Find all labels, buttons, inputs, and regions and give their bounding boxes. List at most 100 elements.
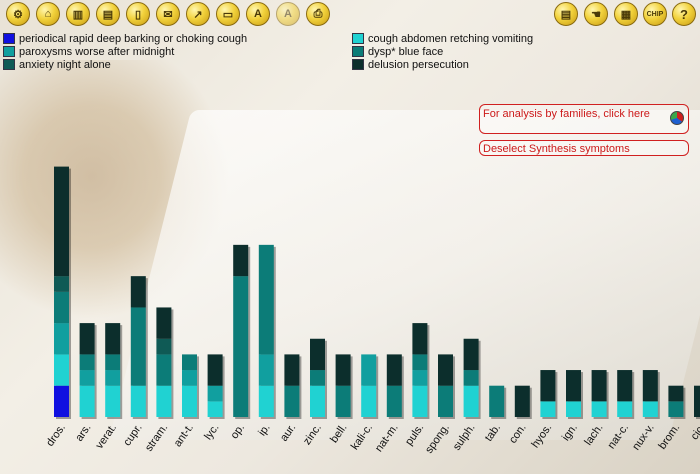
bar-segment[interactable] [54, 166, 69, 277]
bar-segment[interactable] [207, 401, 223, 417]
bar-puls[interactable] [412, 323, 430, 419]
bar-segment[interactable] [54, 354, 69, 386]
bar-segment[interactable] [130, 385, 146, 417]
bar-con[interactable] [514, 385, 532, 419]
bar-segment[interactable] [540, 370, 556, 402]
bar-segment[interactable] [335, 385, 351, 417]
bar-segment[interactable] [156, 307, 172, 339]
bar-segment[interactable] [182, 370, 197, 386]
bar-segment[interactable] [156, 338, 172, 355]
bar-natc[interactable] [617, 370, 635, 419]
bar-segment[interactable] [463, 385, 479, 417]
x-tick-label: bell. [328, 422, 349, 445]
bar-segment[interactable] [642, 401, 658, 417]
bar-segment[interactable] [79, 385, 95, 417]
x-tick-label: aur. [278, 422, 298, 444]
bar-segment[interactable] [310, 370, 325, 386]
bar-segment[interactable] [361, 385, 377, 417]
bar-segment[interactable] [105, 354, 121, 371]
bar-segment[interactable] [386, 354, 402, 386]
bar-hyos[interactable] [540, 370, 558, 419]
bar-segment[interactable] [54, 276, 69, 292]
bar-segment[interactable] [233, 276, 249, 417]
bar-segment[interactable] [412, 385, 428, 417]
bar-segment[interactable] [79, 370, 95, 386]
bar-segment[interactable] [566, 370, 581, 402]
bar-sulph[interactable] [463, 338, 481, 419]
bar-segment[interactable] [105, 385, 121, 417]
bar-segment[interactable] [182, 354, 197, 371]
bar-stram[interactable] [156, 307, 174, 419]
bar-segment[interactable] [156, 385, 172, 417]
bar-segment[interactable] [105, 370, 121, 386]
x-tick-label: ant-t. [172, 422, 196, 449]
bar-segment[interactable] [668, 401, 684, 417]
bar-spong[interactable] [438, 354, 455, 419]
bar-segment[interactable] [438, 385, 453, 417]
bar-segment[interactable] [156, 354, 172, 386]
bar-zinc[interactable] [310, 338, 327, 419]
bar-segment[interactable] [258, 385, 274, 417]
x-tick-label: brom. [656, 422, 682, 452]
bar-segment[interactable] [335, 354, 351, 386]
bar-kalic[interactable] [361, 354, 379, 419]
x-tick-label: dros. [44, 422, 68, 449]
bar-segment[interactable] [540, 401, 556, 417]
bar-segment[interactable] [258, 354, 274, 386]
bar-bell[interactable] [335, 354, 353, 419]
bar-segment[interactable] [310, 338, 325, 371]
bar-segment[interactable] [130, 307, 146, 386]
bar-segment[interactable] [591, 401, 607, 417]
bar-segment[interactable] [207, 354, 223, 386]
bar-segment[interactable] [79, 323, 95, 355]
bar-segment[interactable] [617, 401, 633, 417]
bar-segment[interactable] [258, 244, 274, 355]
bar-segment[interactable] [463, 370, 479, 386]
bar-aur[interactable] [284, 354, 302, 419]
bar-segment[interactable] [617, 370, 633, 402]
x-tick-label: lach. [582, 422, 605, 448]
bar-dros[interactable] [54, 166, 71, 419]
bar-segment[interactable] [361, 354, 377, 386]
bar-segment[interactable] [438, 354, 453, 386]
bar-brom[interactable] [668, 385, 686, 419]
bar-segment[interactable] [412, 323, 428, 355]
bar-cupr[interactable] [130, 276, 148, 419]
bar-segment[interactable] [105, 323, 121, 355]
x-tick-label: op. [229, 422, 248, 441]
bar-ars[interactable] [79, 323, 97, 419]
bar-segment[interactable] [54, 385, 69, 417]
bar-segment[interactable] [233, 244, 249, 277]
bar-segment[interactable] [207, 385, 223, 402]
bar-ign[interactable] [566, 370, 583, 419]
bar-segment[interactable] [668, 385, 684, 402]
bar-segment[interactable] [566, 401, 581, 417]
bar-segment[interactable] [412, 354, 428, 371]
bar-segment[interactable] [412, 370, 428, 386]
bar-verat[interactable] [105, 323, 123, 419]
bar-segment[interactable] [310, 385, 325, 417]
bar-segment[interactable] [54, 323, 69, 355]
bar-antt[interactable] [182, 354, 199, 419]
bar-ip[interactable] [258, 244, 276, 419]
bar-segment[interactable] [489, 385, 505, 417]
bar-segment[interactable] [591, 370, 607, 402]
bar-segment[interactable] [79, 354, 95, 371]
bar-segment[interactable] [386, 385, 402, 417]
bar-segment[interactable] [642, 370, 658, 402]
bar-tab[interactable] [489, 385, 507, 419]
bar-lyc[interactable] [207, 354, 225, 419]
bar-nuxv[interactable] [642, 370, 660, 419]
bar-segment[interactable] [514, 385, 530, 417]
bar-segment[interactable] [694, 385, 700, 417]
bar-lach[interactable] [591, 370, 609, 419]
bar-cic[interactable] [694, 385, 700, 419]
bar-natm[interactable] [386, 354, 404, 419]
bar-segment[interactable] [284, 354, 300, 386]
bar-op[interactable] [233, 244, 251, 419]
bar-segment[interactable] [463, 338, 479, 371]
bar-segment[interactable] [54, 291, 69, 324]
bar-segment[interactable] [182, 385, 197, 417]
bar-segment[interactable] [130, 276, 146, 308]
bar-segment[interactable] [284, 385, 300, 417]
